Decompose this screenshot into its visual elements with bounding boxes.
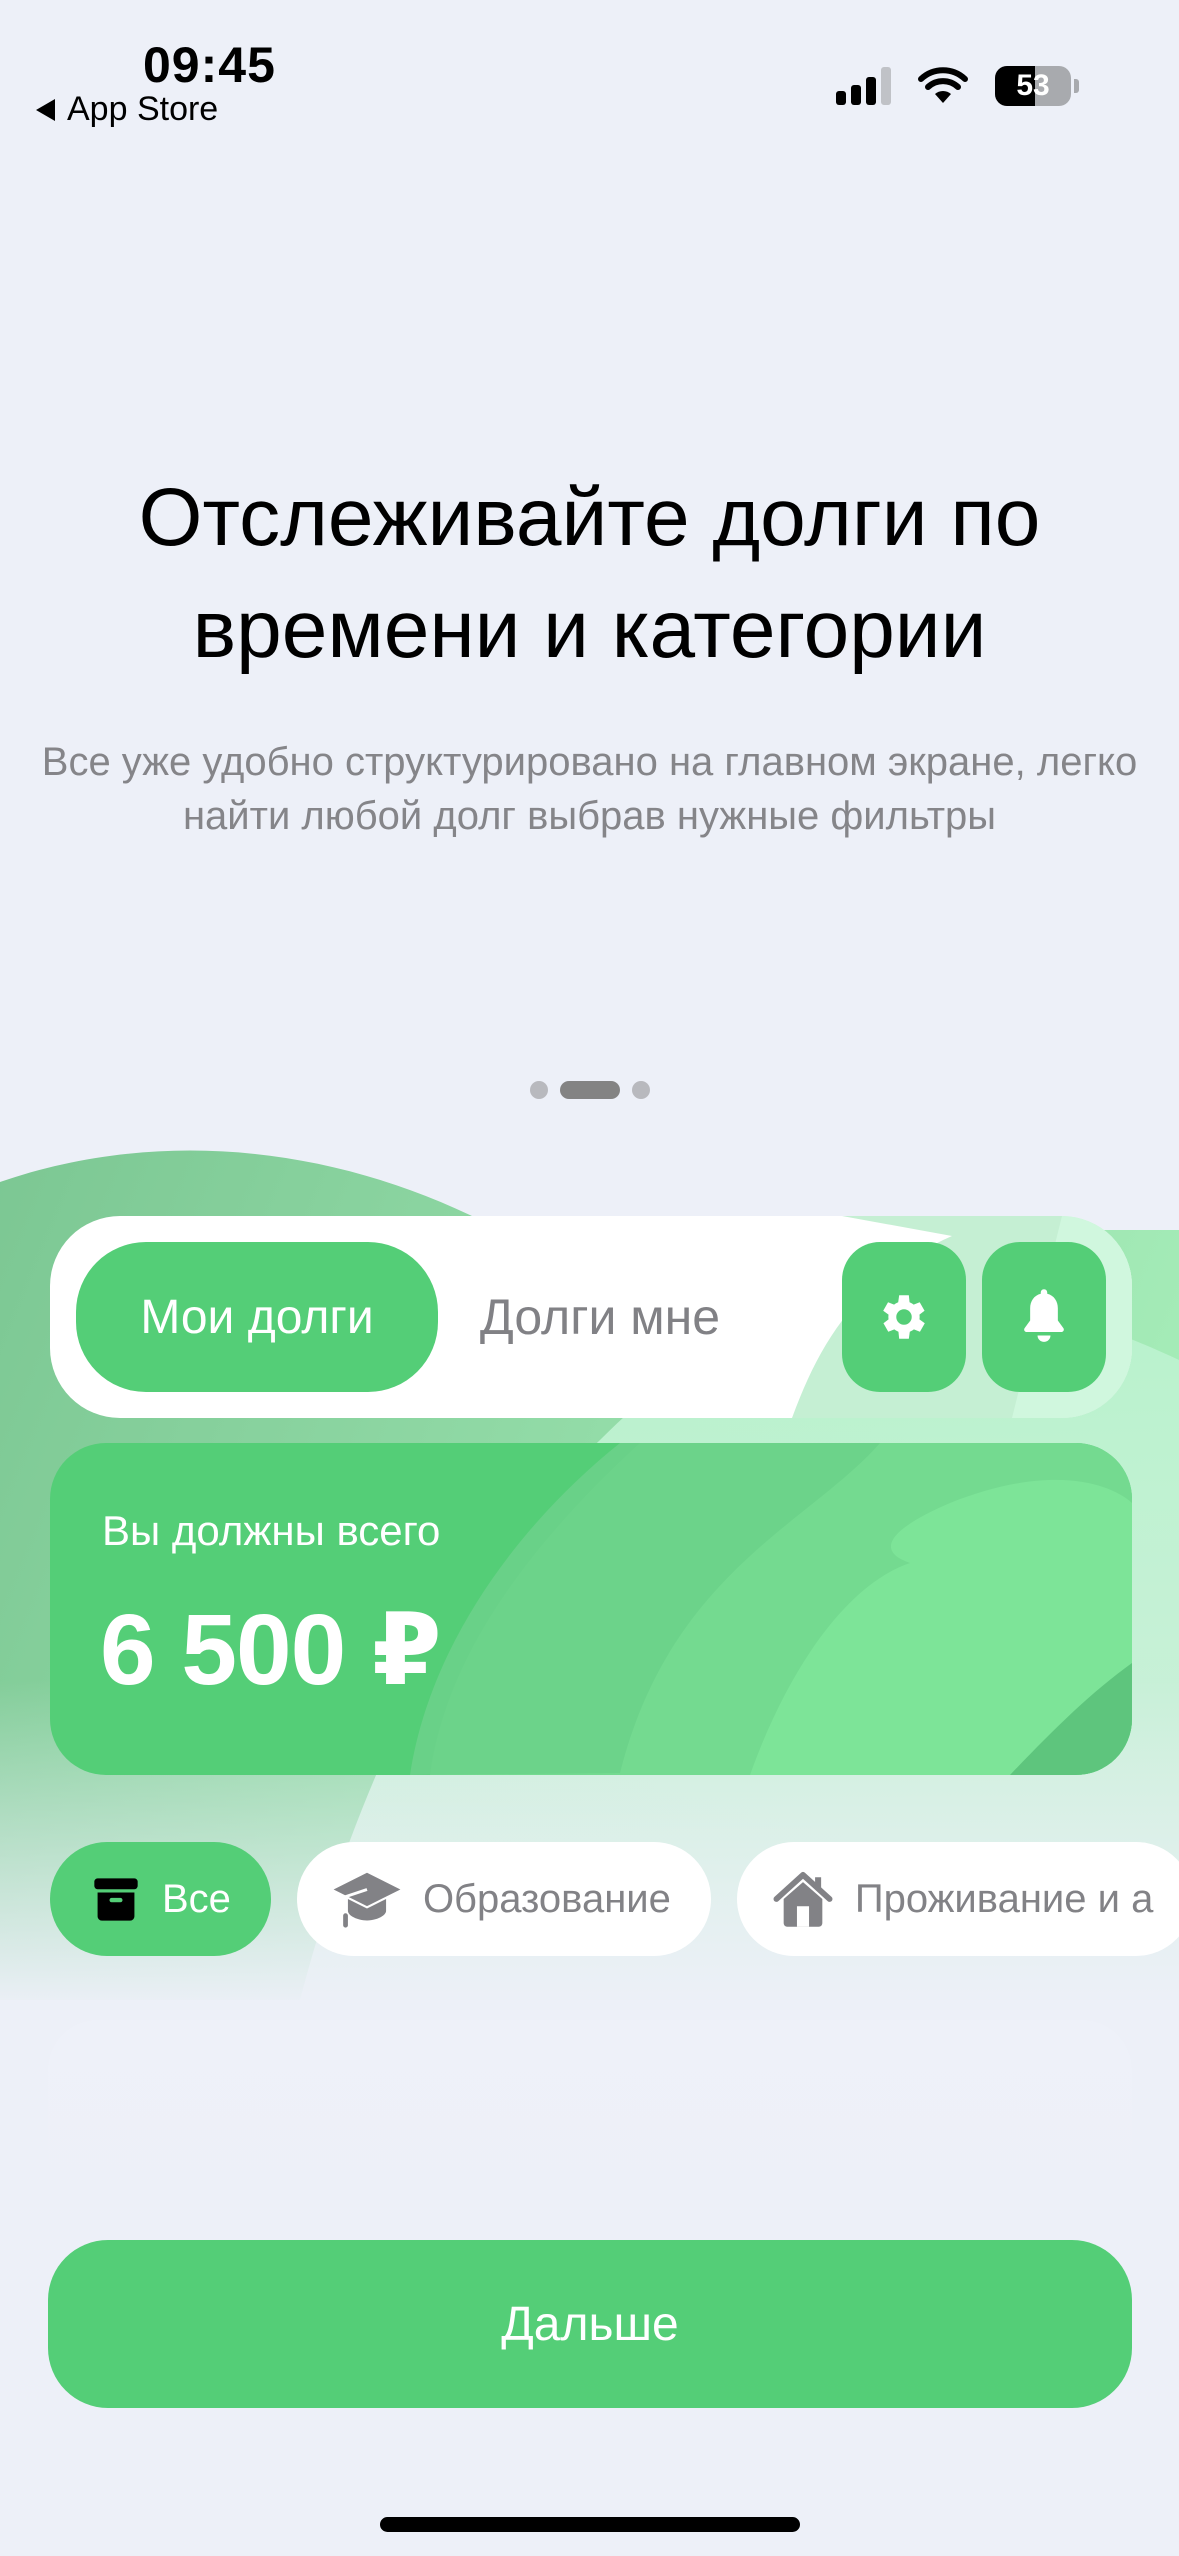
archive-box-icon bbox=[90, 1873, 142, 1925]
debt-type-switcher: Мои долги Долги мне bbox=[50, 1216, 1132, 1418]
total-debt-card[interactable]: Вы должны всего 6 500 ₽ bbox=[50, 1443, 1132, 1775]
app-preview-illustration: Мои долги Долги мне Вы должны всего 6 50… bbox=[0, 1120, 1179, 2220]
cellular-signal-icon bbox=[836, 67, 891, 105]
notifications-button[interactable] bbox=[982, 1242, 1106, 1392]
bell-icon bbox=[1024, 1289, 1064, 1342]
onboarding-subtitle: Все уже удобно структурировано на главно… bbox=[41, 740, 1138, 838]
debt-list-placeholder-card bbox=[48, 2020, 1132, 2220]
status-time: 09:45 bbox=[143, 37, 276, 93]
back-app-label: App Store bbox=[67, 90, 219, 128]
balance-label: Вы должны всего bbox=[102, 1507, 441, 1554]
gear-icon bbox=[883, 1295, 925, 1339]
balance-amount: 6 500 ₽ bbox=[100, 1594, 442, 1706]
status-indicators: 53 bbox=[836, 66, 1079, 106]
back-to-app-store-link[interactable]: App Store bbox=[36, 90, 218, 129]
back-arrow-icon bbox=[36, 98, 55, 121]
category-chip-label: Проживание и а bbox=[854, 1876, 1154, 1921]
house-icon bbox=[771, 1870, 835, 1928]
graduation-cap-icon bbox=[331, 1868, 403, 1930]
page-indicator[interactable] bbox=[0, 1081, 1179, 1099]
category-chip-housing[interactable]: Проживание и а bbox=[736, 1842, 1179, 1956]
page-dot[interactable] bbox=[631, 1081, 650, 1099]
battery-percent: 53 bbox=[1016, 69, 1050, 102]
tab-my-debts[interactable]: Мои долги bbox=[76, 1242, 438, 1392]
onboarding-screen: 09:45 App Store 53 Отслеживайте долги по… bbox=[0, 0, 1179, 2556]
tab-debts-to-me[interactable]: Долги мне bbox=[450, 1242, 750, 1392]
battery-tip bbox=[1074, 79, 1079, 93]
settings-button[interactable] bbox=[842, 1242, 966, 1392]
category-chip-all[interactable]: Все bbox=[50, 1842, 271, 1956]
page-dot-active[interactable] bbox=[559, 1081, 620, 1099]
category-chip-label: Все bbox=[162, 1876, 231, 1921]
category-chip-label: Образование bbox=[422, 1876, 671, 1921]
home-indicator[interactable] bbox=[380, 2517, 800, 2532]
page-dot[interactable] bbox=[529, 1081, 548, 1099]
category-filter-chips: Все Образование Проживание и а bbox=[50, 1842, 1179, 1956]
category-chip-education[interactable]: Образование bbox=[296, 1842, 711, 1956]
battery-icon: 53 bbox=[995, 66, 1071, 106]
onboarding-title: Отслеживайте долги по времени и категори… bbox=[138, 472, 1041, 675]
wifi-icon bbox=[918, 67, 968, 103]
next-button[interactable]: Дальше bbox=[48, 2240, 1132, 2408]
